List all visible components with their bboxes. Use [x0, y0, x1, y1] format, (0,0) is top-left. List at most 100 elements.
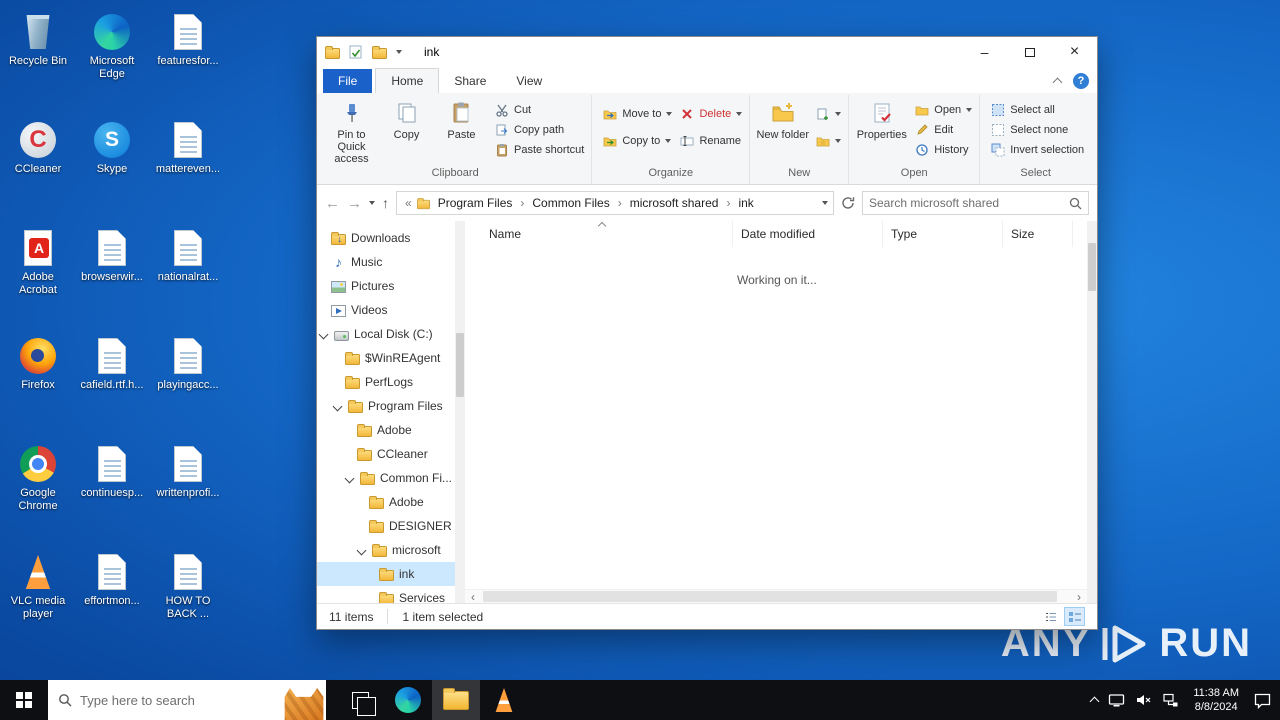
rename-button[interactable]: Rename	[680, 133, 742, 148]
tray-expand-chevron-icon[interactable]	[1089, 696, 1100, 707]
nav-item-microsoft[interactable]: microsoft	[317, 538, 455, 562]
nav-scrollbar-thumb[interactable]	[456, 333, 464, 397]
collapse-ribbon-icon[interactable]	[1052, 77, 1063, 88]
forward-button[interactable]: →	[347, 195, 362, 212]
breadcrumb-program-files[interactable]: Program Files	[432, 195, 519, 211]
select-none-button[interactable]: Select none	[991, 122, 1084, 137]
taskbar-search-box[interactable]	[48, 680, 326, 720]
desktop-icon-ccleaner[interactable]: CCleaner	[2, 120, 74, 176]
select-all-button[interactable]: Select all	[991, 102, 1084, 117]
move-to-button[interactable]: Move to	[603, 106, 673, 121]
maximize-button[interactable]	[1007, 37, 1052, 67]
copy-path-button[interactable]: Copy path	[495, 122, 584, 137]
nav-item-ink[interactable]: ink	[317, 562, 455, 586]
recent-locations-chevron-icon[interactable]	[369, 201, 375, 205]
tab-view[interactable]: View	[501, 69, 557, 93]
open-button[interactable]: Open	[915, 102, 973, 117]
address-dropdown-icon[interactable]	[822, 201, 828, 205]
desktop-icon-continuesp[interactable]: continuesp...	[76, 444, 148, 500]
desktop-icon-vlc[interactable]: VLC media player	[2, 552, 74, 621]
expand-chevron-icon[interactable]	[332, 401, 343, 411]
breadcrumb-overflow-icon[interactable]: «	[402, 196, 415, 210]
breadcrumb-ink[interactable]: ink	[732, 195, 759, 211]
task-view-button[interactable]	[336, 680, 384, 720]
nav-scrollbar[interactable]	[455, 221, 465, 603]
desktop-icon-mattereven[interactable]: mattereven...	[152, 120, 224, 176]
paste-button[interactable]: Paste	[434, 95, 489, 141]
nav-item-ccleaner[interactable]: CCleaner	[317, 442, 455, 466]
copy-button[interactable]: Copy	[379, 95, 434, 141]
nav-item-winreagent[interactable]: $WinREAgent	[317, 346, 455, 370]
search-icon[interactable]	[1069, 197, 1082, 210]
nav-item-music[interactable]: ♪ Music	[317, 250, 455, 274]
nav-item-common-files[interactable]: Common Fi...	[317, 466, 455, 490]
qat-new-folder-icon[interactable]	[372, 45, 387, 59]
network-tray-icon[interactable]	[1162, 692, 1179, 708]
files-scrollbar-thumb[interactable]	[1088, 243, 1096, 291]
properties-button[interactable]: Properties	[854, 95, 909, 141]
cut-button[interactable]: Cut	[495, 102, 584, 117]
desktop-icon-cafield[interactable]: cafield.rtf.h...	[76, 336, 148, 392]
taskbar-explorer-button[interactable]	[432, 680, 480, 720]
breadcrumb-common-files[interactable]: Common Files	[526, 195, 615, 211]
search-input[interactable]	[869, 196, 1065, 210]
desktop-icon-playingacc[interactable]: playingacc...	[152, 336, 224, 392]
column-header-type[interactable]: Type	[883, 221, 1003, 247]
expand-chevron-icon[interactable]	[356, 545, 367, 555]
nav-item-perflogs[interactable]: PerfLogs	[317, 370, 455, 394]
taskbar-clock[interactable]: 11:38 AM 8/8/2024	[1189, 686, 1243, 714]
desktop-icon-effortmon[interactable]: effortmon...	[76, 552, 148, 608]
nav-item-program-files[interactable]: Program Files	[317, 394, 455, 418]
desktop-icon-firefox[interactable]: Firefox	[2, 336, 74, 392]
taskbar-search-input[interactable]	[80, 692, 274, 708]
up-button[interactable]: ↑	[382, 195, 389, 211]
copy-to-button[interactable]: Copy to	[603, 133, 672, 148]
desktop-icon-browserwir[interactable]: browserwir...	[76, 228, 148, 284]
list-view-button[interactable]	[1040, 607, 1061, 626]
delete-button[interactable]: Delete	[680, 106, 743, 121]
horizontal-scrollbar-track[interactable]	[481, 590, 1071, 603]
tab-share[interactable]: Share	[439, 69, 501, 93]
address-box[interactable]: « Program Files › Common Files › microso…	[396, 191, 834, 215]
pin-to-quick-access-button[interactable]: Pin to Quick access	[324, 95, 379, 165]
desktop-icon-edge[interactable]: Microsoft Edge	[76, 12, 148, 81]
titlebar[interactable]: ink – ×	[317, 37, 1097, 67]
back-button[interactable]: ←	[325, 195, 340, 212]
horizontal-scrollbar[interactable]: ‹ ›	[465, 589, 1087, 603]
nav-item-pictures[interactable]: Pictures	[317, 274, 455, 298]
qat-customize-chevron-icon[interactable]	[396, 50, 402, 54]
desktop-icon-nationalrat[interactable]: nationalrat...	[152, 228, 224, 284]
taskbar-vlc-button[interactable]	[480, 680, 528, 720]
nav-item-downloads[interactable]: Downloads	[317, 226, 455, 250]
file-list-area[interactable]: Working on it...	[465, 247, 1087, 589]
search-highlight-image[interactable]	[284, 688, 324, 720]
paste-shortcut-button[interactable]: Paste shortcut	[495, 142, 584, 157]
volume-tray-icon[interactable]	[1135, 692, 1152, 708]
breadcrumb-microsoft-shared[interactable]: microsoft shared	[624, 195, 725, 211]
desktop-icon-howtoback[interactable]: HOW TO BACK ...	[152, 552, 224, 621]
refresh-button[interactable]	[841, 196, 855, 210]
close-button[interactable]: ×	[1052, 37, 1097, 67]
tab-file[interactable]: File	[323, 69, 373, 93]
help-button[interactable]: ?	[1073, 73, 1089, 89]
qat-properties-icon[interactable]	[349, 45, 363, 59]
nav-item-adobe-2[interactable]: Adobe	[317, 490, 455, 514]
expand-chevron-icon[interactable]	[318, 329, 329, 339]
search-box[interactable]	[862, 191, 1089, 215]
tab-home[interactable]: Home	[375, 68, 440, 93]
files-scrollbar[interactable]	[1087, 221, 1097, 603]
action-center-icon[interactable]	[1253, 692, 1272, 709]
details-view-button[interactable]	[1064, 607, 1085, 626]
invert-selection-button[interactable]: Invert selection	[991, 142, 1084, 157]
scroll-right-icon[interactable]: ›	[1071, 590, 1087, 604]
expand-chevron-icon[interactable]	[344, 473, 355, 483]
desktop-icon-writtenprofi[interactable]: writtenprofi...	[152, 444, 224, 500]
start-button[interactable]	[0, 680, 48, 720]
horizontal-scrollbar-thumb[interactable]	[483, 591, 1057, 602]
desktop-icon-featuresfor[interactable]: featuresfor...	[152, 12, 224, 68]
column-header-date-modified[interactable]: Date modified	[733, 221, 883, 247]
nav-item-services[interactable]: Services	[317, 586, 455, 603]
edit-button[interactable]: Edit	[915, 122, 972, 137]
minimize-button[interactable]: –	[962, 37, 1007, 67]
new-item-button[interactable]	[816, 106, 842, 121]
